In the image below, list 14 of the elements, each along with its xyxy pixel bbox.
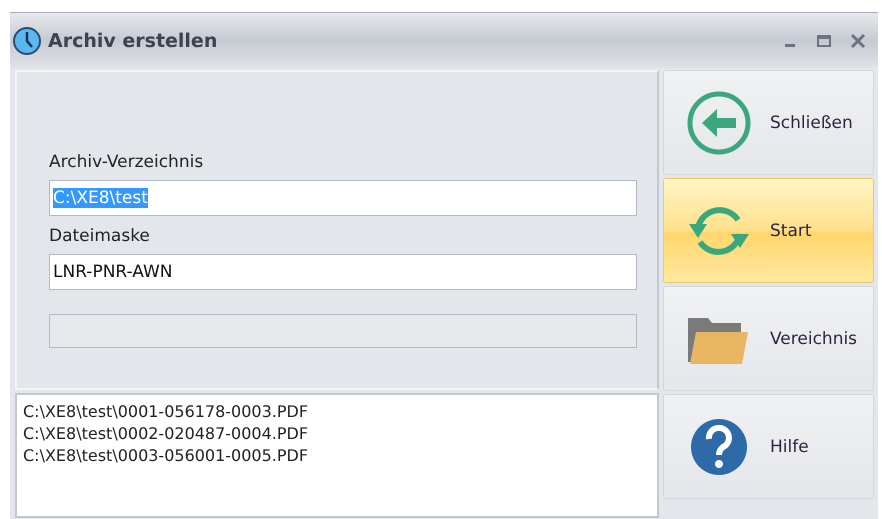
action-button[interactable]: Vereichnis (663, 286, 874, 391)
file-path: C:\XE8\test\0002-020487-0004.PDF (23, 423, 310, 445)
input-field[interactable]: LNR-PNR-AWN (49, 254, 637, 290)
action-button[interactable]: Schließen (663, 70, 874, 175)
clock-icon (12, 26, 42, 56)
field-label: Dateimaske (49, 226, 151, 246)
file-path: C:\XE8\test\0001-056178-0003.PDF (23, 401, 310, 423)
maximize-icon[interactable] (816, 32, 832, 48)
action-button[interactable]: Hilfe (663, 394, 874, 499)
file-path: C:\XE8\test\0003-056001-0005.PDF (23, 445, 310, 467)
field-label: Archiv-Verzeichnis (49, 152, 204, 172)
close-icon[interactable] (850, 32, 866, 48)
action-button[interactable]: Start (663, 178, 874, 283)
window-title: Archiv erstellen (48, 30, 218, 52)
